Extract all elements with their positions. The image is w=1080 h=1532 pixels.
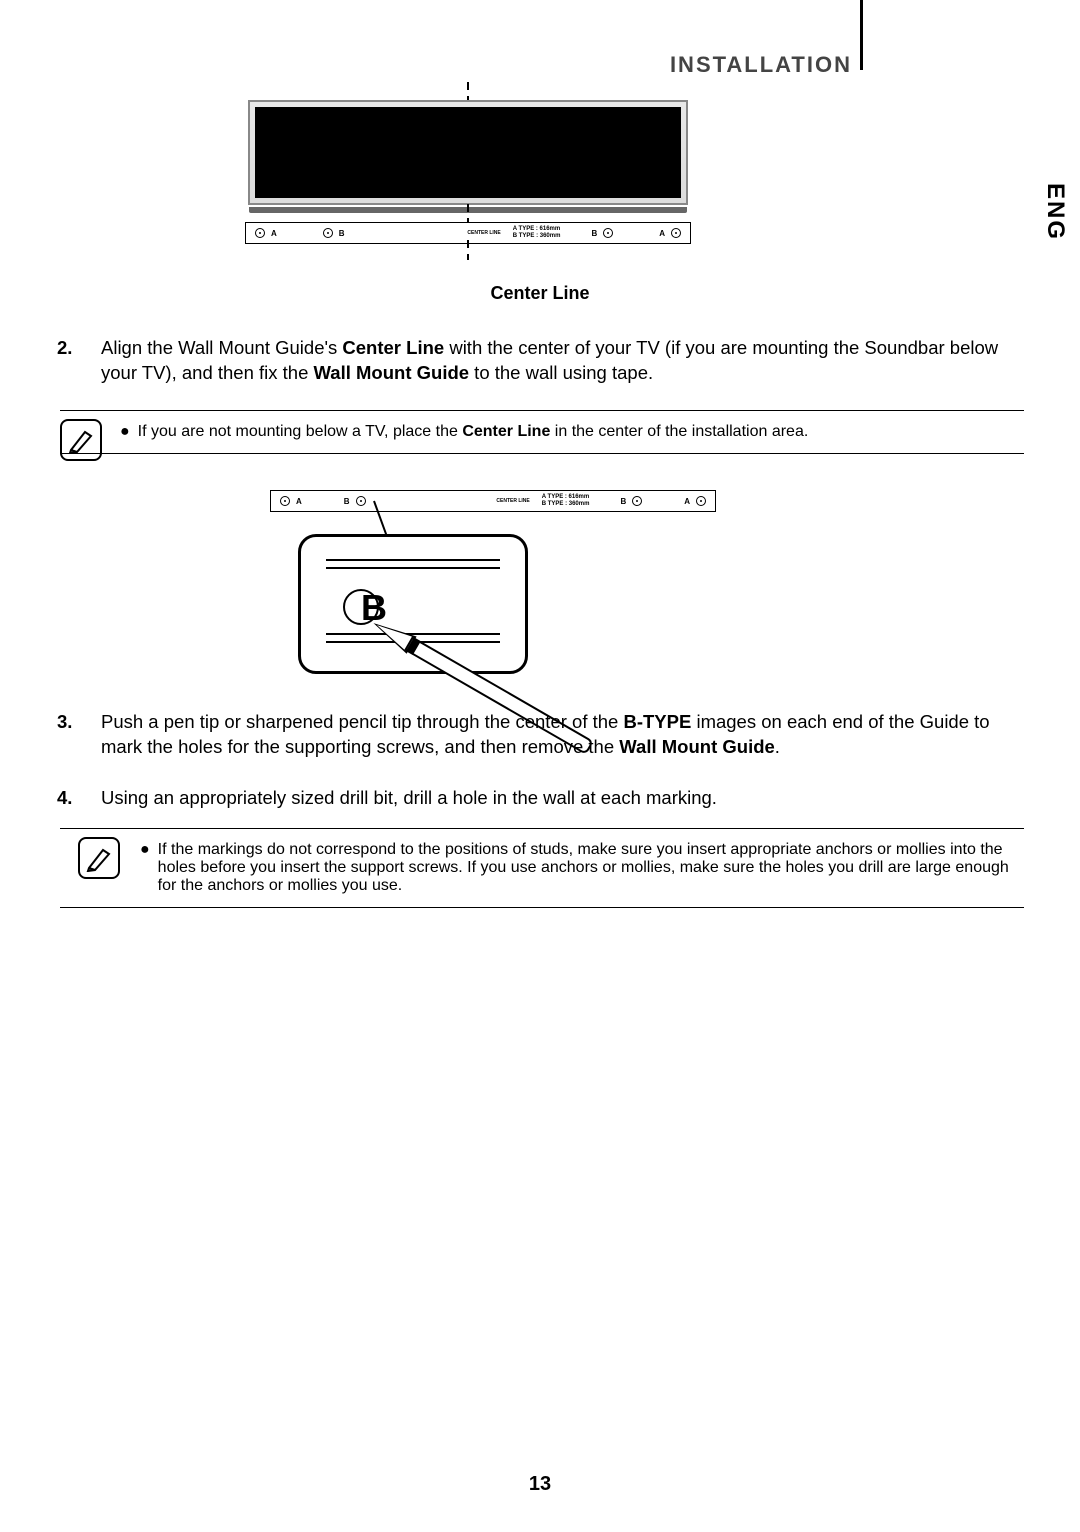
guide-type-label: A TYPE : 616mmB TYPE : 360mm — [513, 226, 561, 239]
section-title: INSTALLATION — [670, 52, 852, 78]
guide-label-a: A — [659, 229, 665, 238]
step-text: Push a pen tip or sharpened pencil tip t… — [101, 711, 623, 732]
figure-pen-mark: A B CENTER LINE A TYPE : 616mmB TYPE : 3… — [268, 490, 678, 680]
guide-label-b: B — [344, 497, 350, 506]
language-tab: ENG — [1030, 152, 1080, 272]
step-text: Align the Wall Mount Guide's — [101, 337, 342, 358]
guide-hole-icon — [280, 496, 290, 506]
note-text: in the center of the installation area. — [550, 423, 808, 440]
language-label: ENG — [1041, 183, 1069, 241]
bold-term: B-TYPE — [623, 711, 691, 732]
callout-bubble: B — [298, 534, 528, 674]
figure-caption: Center Line — [0, 283, 1080, 304]
guide-hole-icon — [255, 228, 265, 238]
note-block: ● If you are not mounting below a TV, pl… — [60, 410, 1024, 454]
bold-term: Center Line — [342, 337, 444, 358]
guide-label-a: A — [296, 497, 302, 506]
guide-hole-icon — [323, 228, 333, 238]
step-number: 4. — [79, 786, 101, 811]
bullet-icon: ● — [140, 841, 150, 895]
step-number: 3. — [79, 710, 101, 735]
note-bullet: ● If you are not mounting below a TV, pl… — [120, 423, 1024, 441]
page-number: 13 — [0, 1473, 1080, 1496]
guide-centerline-label: CENTER LINE — [467, 230, 500, 236]
guide-hole-icon — [632, 496, 642, 506]
guide-label-b: B — [620, 497, 626, 506]
guide-hole-icon — [696, 496, 706, 506]
step-2: 2.Align the Wall Mount Guide's Center Li… — [79, 336, 1024, 386]
guide-hole-icon — [671, 228, 681, 238]
tv-outline — [248, 100, 688, 205]
bubble-lines — [326, 559, 500, 575]
centerline-dash — [467, 240, 469, 260]
bold-term: Wall Mount Guide — [314, 362, 470, 383]
note-text: If the markings do not correspond to the… — [158, 841, 1024, 895]
guide-label-b: B — [591, 229, 597, 238]
step-text: to the wall using tape. — [469, 362, 653, 383]
guide-label-b: B — [339, 229, 345, 238]
note-icon — [60, 419, 102, 461]
tv-screen — [255, 107, 681, 198]
note-bullet: ● If the markings do not correspond to t… — [140, 841, 1024, 895]
bullet-icon: ● — [120, 423, 130, 441]
note-text: If you are not mounting below a TV, plac… — [138, 423, 463, 440]
bold-term: Wall Mount Guide — [619, 736, 775, 757]
step-4: 4.Using an appropriately sized drill bit… — [79, 786, 1024, 811]
centerline-dash — [467, 82, 469, 102]
guide-centerline-label: CENTER LINE — [496, 498, 529, 504]
note-icon — [78, 837, 120, 879]
step-text: . — [775, 736, 780, 757]
note-block: ● If the markings do not correspond to t… — [60, 828, 1024, 908]
guide-type-label: A TYPE : 616mmB TYPE : 360mm — [542, 494, 590, 507]
guide-label-a: A — [271, 229, 277, 238]
bold-term: Center Line — [462, 423, 550, 440]
guide-hole-icon — [356, 496, 366, 506]
step-number: 2. — [79, 336, 101, 361]
guide-label-a: A — [684, 497, 690, 506]
step-3: 3.Push a pen tip or sharpened pencil tip… — [79, 710, 1024, 760]
wall-mount-guide-strip: A B CENTER LINE A TYPE : 616mmB TYPE : 3… — [270, 490, 716, 512]
figure-tv-centerline: A B CENTER LINE A TYPE : 616mmB TYPE : 3… — [243, 82, 693, 277]
step-text: Using an appropriately sized drill bit, … — [101, 787, 717, 808]
guide-hole-icon — [603, 228, 613, 238]
header-rule — [860, 0, 863, 70]
